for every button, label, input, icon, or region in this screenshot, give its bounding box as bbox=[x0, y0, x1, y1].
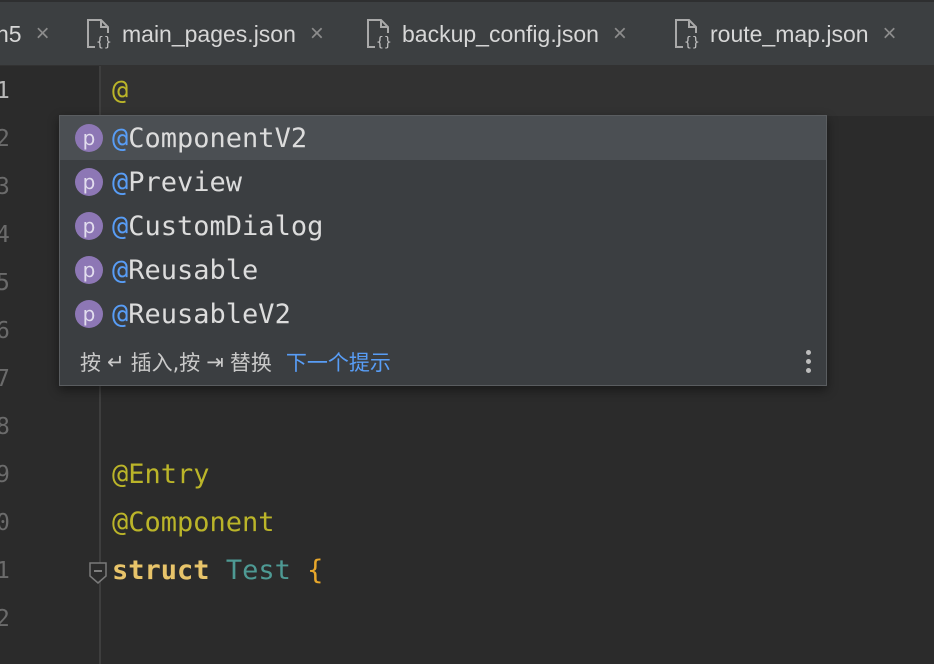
tab-partial[interactable]: n5 × bbox=[0, 2, 50, 66]
property-badge-icon: p bbox=[75, 212, 103, 240]
hint-insert-text: 插入,按 bbox=[130, 351, 201, 375]
property-badge-icon: p bbox=[75, 168, 103, 196]
struct-keyword: struct bbox=[112, 555, 210, 586]
completion-item[interactable]: p @Reusable bbox=[60, 248, 826, 292]
close-icon[interactable]: × bbox=[883, 20, 897, 48]
line-number: 1 bbox=[0, 78, 10, 104]
tab-key-icon: ⇥ bbox=[206, 350, 224, 374]
tab-label: n5 bbox=[0, 20, 22, 47]
completion-label: @ReusableV2 bbox=[112, 298, 291, 330]
line-number: 2 bbox=[0, 126, 10, 152]
completion-label: @ComponentV2 bbox=[112, 122, 308, 154]
tab-main-pages-json[interactable]: {} main_pages.json × bbox=[86, 2, 324, 66]
code-struct-line[interactable]: struct Test { bbox=[112, 555, 323, 586]
completion-hint: 按 ↵ 插入,按 ⇥ 替换 下一个提示 bbox=[80, 344, 391, 380]
enter-key-icon: ↵ bbox=[107, 350, 125, 374]
property-badge-icon: p bbox=[75, 300, 103, 328]
open-brace: { bbox=[307, 555, 324, 586]
next-tip-link[interactable]: 下一个提示 bbox=[286, 347, 391, 377]
svg-text:{}: {} bbox=[96, 35, 112, 49]
line-number: 4 bbox=[0, 222, 10, 248]
tab-label: route_map.json bbox=[710, 20, 869, 47]
completion-item[interactable]: p @ReusableV2 bbox=[60, 292, 826, 336]
line-number: 2 bbox=[0, 606, 10, 632]
property-badge-icon: p bbox=[75, 124, 103, 152]
current-line-highlight bbox=[100, 66, 934, 116]
tab-label: main_pages.json bbox=[122, 20, 296, 47]
close-icon[interactable]: × bbox=[36, 20, 50, 48]
completion-item[interactable]: p @CustomDialog bbox=[60, 204, 826, 248]
code-line-cursor[interactable]: @ bbox=[112, 75, 128, 106]
tab-label: backup_config.json bbox=[402, 20, 599, 47]
more-options-icon[interactable] bbox=[804, 348, 812, 376]
editor-tab-bar: n5 × {} main_pages.json × {} backup_conf… bbox=[0, 0, 934, 66]
line-number: 9 bbox=[0, 462, 10, 488]
completion-label: @Preview bbox=[112, 166, 243, 198]
struct-name: Test bbox=[225, 555, 291, 586]
line-number: 1 bbox=[0, 558, 10, 584]
json-file-icon: {} bbox=[366, 19, 392, 49]
line-number: 7 bbox=[0, 366, 10, 392]
close-icon[interactable]: × bbox=[613, 20, 627, 48]
line-number: 6 bbox=[0, 318, 10, 344]
svg-text:{}: {} bbox=[684, 35, 700, 49]
svg-text:{}: {} bbox=[376, 35, 392, 49]
json-file-icon: {} bbox=[674, 19, 700, 49]
line-number: 5 bbox=[0, 270, 10, 296]
completion-item[interactable]: p @Preview bbox=[60, 160, 826, 204]
completion-label: @CustomDialog bbox=[112, 210, 324, 242]
tab-backup-config-json[interactable]: {} backup_config.json × bbox=[366, 2, 627, 66]
line-number: 8 bbox=[0, 414, 10, 440]
completion-label: @Reusable bbox=[112, 254, 259, 286]
close-icon[interactable]: × bbox=[310, 20, 324, 48]
completion-item[interactable]: p @ComponentV2 bbox=[60, 116, 826, 160]
code-entry-decorator[interactable]: @Entry bbox=[112, 459, 210, 490]
code-component-decorator[interactable]: @Component bbox=[112, 507, 275, 538]
line-number: 0 bbox=[0, 510, 10, 536]
property-badge-icon: p bbox=[75, 256, 103, 284]
code-completion-popup: p @ComponentV2 p @Preview p @CustomDialo… bbox=[59, 115, 827, 386]
hint-replace-text: 替换 bbox=[229, 351, 272, 375]
hint-press-text: 按 bbox=[80, 351, 101, 375]
fold-icon[interactable] bbox=[89, 562, 107, 584]
json-file-icon: {} bbox=[86, 19, 112, 49]
tab-route-map-json[interactable]: {} route_map.json × bbox=[674, 2, 897, 66]
line-number: 3 bbox=[0, 174, 10, 200]
